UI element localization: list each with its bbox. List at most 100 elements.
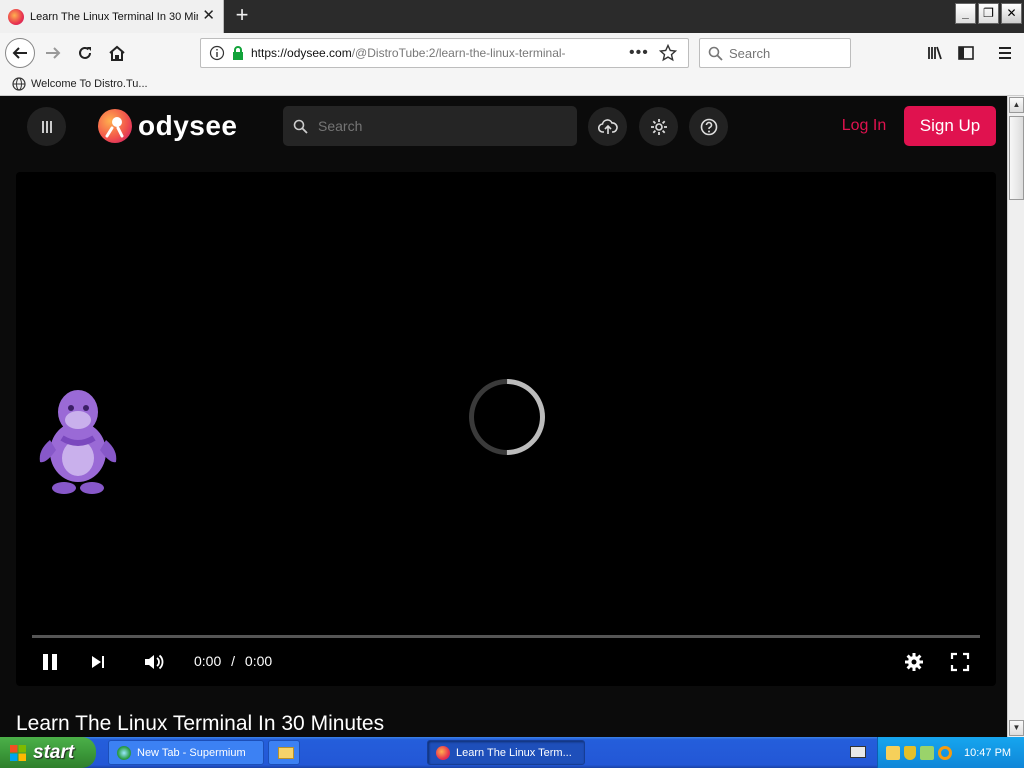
video-player[interactable]: 0:00 / 0:00 bbox=[16, 172, 996, 686]
reload-icon bbox=[79, 46, 91, 59]
os-taskbar: start New Tab - Supermium Learn The Linu… bbox=[0, 737, 1024, 768]
sidebar-toggle-button[interactable] bbox=[951, 38, 981, 68]
page-scrollbar[interactable]: ▲ ▼ bbox=[1007, 96, 1024, 737]
minimize-window-button[interactable]: _ bbox=[955, 3, 976, 24]
url-path: /@DistroTube:2/learn-the-linux-terminal- bbox=[351, 46, 566, 60]
browser-search-input[interactable] bbox=[729, 45, 839, 61]
search-icon bbox=[708, 46, 723, 61]
gear-icon bbox=[650, 118, 667, 135]
odysee-favicon-icon bbox=[8, 8, 24, 25]
browser-nav-bar: https://odysee.com/@DistroTube:2/learn-t… bbox=[0, 33, 1024, 73]
page-viewport: odysee Log In Sign Up bbox=[0, 96, 1007, 737]
bookmarks-bar: Welcome To Distro.Tu... bbox=[0, 73, 1024, 96]
back-button[interactable] bbox=[5, 38, 35, 68]
browser-tab-active[interactable]: Learn The Linux Terminal In 30 Minutes -… bbox=[0, 0, 224, 33]
tray-app-icon[interactable] bbox=[886, 745, 900, 760]
keyboard-icon[interactable] bbox=[850, 746, 866, 758]
player-settings-button[interactable] bbox=[900, 648, 928, 676]
menu-icon bbox=[41, 120, 52, 133]
start-label: start bbox=[33, 741, 75, 763]
reload-button[interactable] bbox=[70, 38, 100, 68]
pause-icon bbox=[43, 654, 57, 670]
odysee-logo-mark-icon bbox=[98, 109, 132, 143]
odysee-favicon-icon bbox=[436, 745, 450, 760]
shield-icon[interactable] bbox=[904, 745, 916, 760]
windows-logo-icon bbox=[10, 744, 26, 761]
system-clock: 10:47 PM bbox=[964, 746, 1012, 759]
home-button[interactable] bbox=[102, 38, 132, 68]
url-text: https://odysee.com/@DistroTube:2/learn-t… bbox=[251, 46, 601, 60]
loading-spinner bbox=[453, 363, 561, 471]
volume-icon bbox=[145, 654, 164, 670]
address-bar[interactable]: https://odysee.com/@DistroTube:2/learn-t… bbox=[200, 38, 689, 68]
lock-icon bbox=[233, 46, 243, 60]
skip-next-icon bbox=[92, 656, 104, 668]
taskbar-item-explorer[interactable] bbox=[268, 740, 300, 765]
arrow-right-icon bbox=[46, 47, 61, 59]
tab-title: Learn The Linux Terminal In 30 Minutes -… bbox=[30, 10, 198, 23]
hamburger-menu-icon bbox=[999, 47, 1011, 59]
bookmark-label: Welcome To Distro.Tu... bbox=[31, 78, 148, 90]
taskbar-item-linux-terminal[interactable]: Learn The Linux Term... bbox=[427, 740, 585, 765]
help-icon bbox=[700, 118, 717, 135]
folder-icon bbox=[278, 746, 294, 759]
sidebar-icon bbox=[958, 46, 974, 60]
star-icon[interactable] bbox=[658, 44, 677, 62]
upload-button[interactable] bbox=[588, 107, 627, 146]
search-tray-icon[interactable] bbox=[938, 745, 952, 760]
task-label: New Tab - Supermium bbox=[137, 746, 246, 759]
help-button[interactable] bbox=[689, 107, 728, 146]
current-time: 0:00 bbox=[194, 653, 222, 669]
odysee-logo[interactable]: odysee bbox=[98, 108, 238, 144]
tab-close-icon[interactable]: ✕ bbox=[202, 8, 215, 24]
url-domain: https://odysee.com bbox=[251, 46, 352, 60]
system-tray: 10:47 PM bbox=[877, 737, 1024, 768]
fullscreen-icon bbox=[950, 652, 970, 672]
logo-text: odysee bbox=[138, 110, 238, 141]
info-icon[interactable] bbox=[209, 45, 225, 61]
search-icon bbox=[293, 119, 308, 134]
close-window-button[interactable]: ✕ bbox=[1001, 3, 1022, 24]
time-separator: / bbox=[231, 653, 236, 669]
settings-button[interactable] bbox=[639, 107, 678, 146]
cloud-upload-icon bbox=[597, 118, 618, 134]
bookmark-item[interactable]: Welcome To Distro.Tu... bbox=[12, 77, 148, 91]
pause-button[interactable] bbox=[36, 648, 64, 676]
arrow-left-icon bbox=[12, 47, 27, 59]
forward-button[interactable] bbox=[38, 38, 68, 68]
mascot-image bbox=[36, 380, 120, 496]
new-tab-button[interactable]: + bbox=[230, 4, 254, 28]
side-menu-button[interactable] bbox=[27, 107, 66, 146]
window-controls: _ ❐ ✕ bbox=[955, 3, 1022, 24]
supermium-icon bbox=[117, 745, 131, 760]
progress-track[interactable] bbox=[32, 635, 980, 638]
duration: 0:00 bbox=[244, 653, 273, 669]
start-button[interactable]: start bbox=[0, 737, 96, 768]
restore-window-button[interactable]: ❐ bbox=[978, 3, 999, 24]
site-search-bar[interactable] bbox=[283, 106, 577, 146]
gear-icon bbox=[905, 653, 923, 671]
taskbar-item-new-tab[interactable]: New Tab - Supermium bbox=[108, 740, 264, 765]
scroll-down-icon[interactable]: ▼ bbox=[1009, 720, 1024, 736]
signup-button[interactable]: Sign Up bbox=[904, 106, 996, 146]
library-icon bbox=[928, 46, 942, 60]
volume-button[interactable] bbox=[140, 648, 168, 676]
scroll-up-icon[interactable]: ▲ bbox=[1009, 97, 1024, 113]
site-header: odysee Log In Sign Up bbox=[0, 96, 1007, 158]
browser-search-box[interactable] bbox=[699, 38, 851, 68]
time-display: 0:00 / 0:00 bbox=[194, 653, 272, 669]
task-label: Learn The Linux Term... bbox=[456, 746, 572, 759]
globe-icon bbox=[12, 77, 26, 91]
fullscreen-button[interactable] bbox=[946, 648, 974, 676]
scroll-thumb[interactable] bbox=[1009, 116, 1024, 200]
library-button[interactable] bbox=[920, 38, 950, 68]
browser-tab-bar: Learn The Linux Terminal In 30 Minutes -… bbox=[0, 0, 1024, 33]
site-search-input[interactable] bbox=[318, 118, 558, 134]
app-menu-button[interactable] bbox=[990, 38, 1020, 68]
network-icon[interactable] bbox=[920, 745, 934, 760]
home-icon bbox=[109, 45, 125, 61]
page-actions-icon[interactable]: ••• bbox=[629, 44, 649, 62]
video-title: Learn The Linux Terminal In 30 Minutes bbox=[16, 712, 385, 735]
login-link[interactable]: Log In bbox=[832, 106, 896, 146]
next-button[interactable] bbox=[84, 648, 112, 676]
